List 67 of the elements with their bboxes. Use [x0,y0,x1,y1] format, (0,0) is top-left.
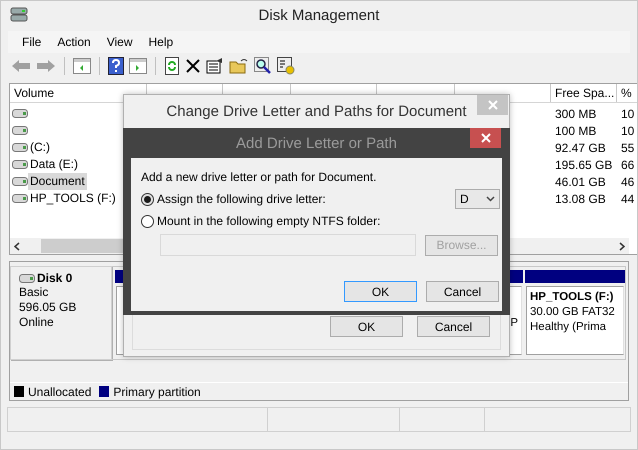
legend-label: Unallocated [28,384,92,398]
delete-icon[interactable] [185,58,201,74]
settings-icon[interactable] [277,57,295,75]
drive-icon [12,143,28,152]
legend-label: Primary partition [113,384,201,398]
partition-status: Healthy (Prima [530,320,608,335]
drive-name[interactable]: Data (E:) [28,156,80,173]
drive-icon [12,194,28,203]
close-icon [488,100,498,110]
table-cell: 46.01 GB [555,174,606,188]
table-cell: 10 [621,106,634,120]
menu-item[interactable]: Help [142,35,180,49]
dialog-prompt: Add a new drive letter or path for Document. [141,170,378,186]
drive-icon [12,126,28,135]
table-cell: 13.08 GB [555,192,606,206]
window-title: Disk Management [258,6,380,24]
table-cell: 44 [621,192,634,206]
drive-name[interactable]: Document [28,173,87,190]
dialog-title: Add Drive Letter or Path [236,134,397,152]
partition-label: P [510,316,518,331]
partition-block[interactable]: HP_TOOLS (F:) 30.00 GB FAT32 Healthy (Prima [526,286,624,355]
menu-item[interactable]: View [100,35,138,49]
disk-status: Online [19,315,55,330]
column-header[interactable]: % [617,84,637,102]
refresh-icon[interactable] [164,57,180,75]
drive-letter-select[interactable]: D [455,189,500,209]
table-cell: 10 [621,124,634,138]
close-button[interactable] [470,128,501,148]
folder-icon[interactable] [229,58,249,74]
dialog-button[interactable]: Cancel [426,281,499,302]
help-icon[interactable] [108,57,124,75]
panel-icon[interactable] [73,58,91,74]
close-icon [480,133,490,143]
app-icon [10,7,28,23]
drive-name[interactable]: HP_TOOLS (F:) [28,190,118,207]
partition-size: 30.00 GB FAT32 [530,305,616,320]
disk-size: 596.05 GB [19,300,78,315]
panel-icon[interactable] [129,58,147,74]
menu-item[interactable]: Action [51,35,97,49]
dialog-button[interactable]: Cancel [417,316,490,337]
properties-icon[interactable] [206,58,224,74]
table-cell: 46 [621,174,634,188]
table-cell: 300 MB [555,106,596,120]
search-icon[interactable] [254,57,272,75]
dialog-button[interactable]: OK [344,281,417,302]
table-cell: 92.47 GB [555,140,606,154]
table-cell: 55 [621,140,634,154]
menu-item[interactable]: File [16,35,48,49]
drive-icon [12,109,28,118]
dialog-title: Change Drive Letter and Paths for Document [166,103,467,120]
disk-type: Basic [19,285,50,300]
drive-name[interactable]: (C:) [28,139,52,156]
drive-icon [12,177,28,186]
disk-card[interactable]: Disk 0 Basic 596.05 GB Online [10,266,112,360]
column-header[interactable]: Free Spa... [551,84,617,102]
drive-icon [12,160,28,169]
partition-name: HP_TOOLS (F:) [530,290,614,305]
table-cell: 195.65 GB [555,158,612,172]
radio-option[interactable]: Assign the following drive letter: [141,192,326,206]
chevron-down-icon [486,196,495,202]
table-cell: 66 [621,158,634,172]
scroll-right-icon[interactable] [619,242,625,250]
radio-option[interactable]: Mount in the following empty NTFS folder: [141,214,380,228]
scroll-left-icon[interactable] [14,242,20,250]
disk-name: Disk 0 [37,271,72,285]
table-cell: 100 MB [555,124,596,138]
dialog-button[interactable]: OK [330,316,403,337]
